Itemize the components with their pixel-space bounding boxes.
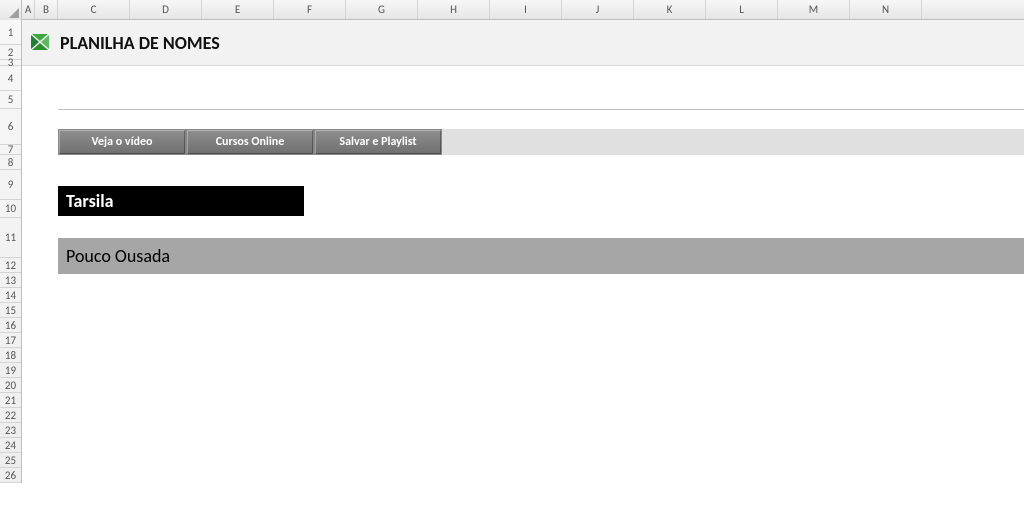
column-header-G[interactable]: G xyxy=(346,0,418,19)
row-header-15[interactable]: 15 xyxy=(0,303,21,318)
column-header-H[interactable]: H xyxy=(418,0,490,19)
row-header-20[interactable]: 20 xyxy=(0,378,21,393)
row-header-26[interactable]: 26 xyxy=(0,468,21,483)
row-header-8[interactable]: 8 xyxy=(0,155,21,170)
row-header-16[interactable]: 16 xyxy=(0,318,21,333)
column-header-A[interactable]: A xyxy=(22,0,35,19)
button-bar: Veja o vídeo Cursos Online Salvar e Play… xyxy=(58,129,1024,155)
cursos-button[interactable]: Cursos Online xyxy=(186,129,314,155)
select-all-corner[interactable] xyxy=(0,0,22,20)
row-header-4[interactable]: 4 xyxy=(0,66,21,91)
name-cell[interactable]: Tarsila xyxy=(58,186,304,216)
column-header-E[interactable]: E xyxy=(202,0,274,19)
row-header-19[interactable]: 19 xyxy=(0,363,21,378)
title-banner: PLANILHA DE NOMES xyxy=(22,20,1024,66)
row-header-11[interactable]: 11 xyxy=(0,218,21,258)
row-header-24[interactable]: 24 xyxy=(0,438,21,453)
excel-logo-icon xyxy=(28,31,52,55)
row-header-18[interactable]: 18 xyxy=(0,348,21,363)
row-header-13[interactable]: 13 xyxy=(0,273,21,288)
divider-line xyxy=(58,109,1024,110)
column-header-L[interactable]: L xyxy=(706,0,778,19)
row-header-12[interactable]: 12 xyxy=(0,258,21,273)
row-header-5[interactable]: 5 xyxy=(0,91,21,109)
row-header-25[interactable]: 25 xyxy=(0,453,21,468)
adjective-cell[interactable]: Pouco Ousada xyxy=(58,238,1024,274)
column-header-K[interactable]: K xyxy=(634,0,706,19)
sheet-title: PLANILHA DE NOMES xyxy=(60,32,220,54)
row-header-22[interactable]: 22 xyxy=(0,408,21,423)
row-header-17[interactable]: 17 xyxy=(0,333,21,348)
column-header-J[interactable]: J xyxy=(562,0,634,19)
row-header-10[interactable]: 10 xyxy=(0,200,21,218)
column-header-F[interactable]: F xyxy=(274,0,346,19)
row-headers: 1234567891011121314151617181920212223242… xyxy=(0,20,22,483)
row-header-6[interactable]: 6 xyxy=(0,109,21,145)
column-header-M[interactable]: M xyxy=(778,0,850,19)
video-button[interactable]: Veja o vídeo xyxy=(58,129,186,155)
column-header-C[interactable]: C xyxy=(58,0,130,19)
row-header-21[interactable]: 21 xyxy=(0,393,21,408)
column-header-B[interactable]: B xyxy=(35,0,58,19)
row-header-7[interactable]: 7 xyxy=(0,145,21,155)
column-header-D[interactable]: D xyxy=(130,0,202,19)
column-headers: ABCDEFGHIJKLMN xyxy=(0,0,1024,20)
row-header-23[interactable]: 23 xyxy=(0,423,21,438)
row-header-9[interactable]: 9 xyxy=(0,170,21,200)
column-header-N[interactable]: N xyxy=(850,0,922,19)
column-header-I[interactable]: I xyxy=(490,0,562,19)
grid-area[interactable]: PLANILHA DE NOMES Veja o vídeo Cursos On… xyxy=(22,20,1024,510)
salvar-button[interactable]: Salvar e Playlist xyxy=(314,129,442,155)
row-header-1[interactable]: 1 xyxy=(0,20,21,45)
row-header-14[interactable]: 14 xyxy=(0,288,21,303)
